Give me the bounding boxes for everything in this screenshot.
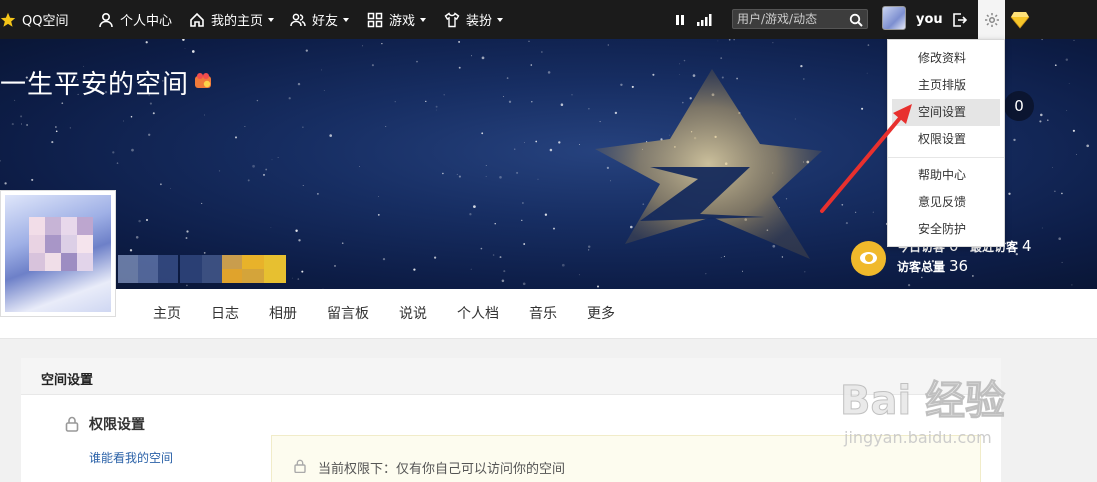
nav-games-label: 游戏 <box>389 14 416 29</box>
settings-dropdown-menu: 修改资料 主页排版 空间设置 权限设置 帮助中心 意见反馈 安全防护 <box>887 39 1005 247</box>
tab-home[interactable]: 主页 <box>153 289 181 339</box>
menu-item-security[interactable]: 安全防护 <box>892 216 1000 243</box>
diamond-icon <box>1010 11 1030 29</box>
menu-item-feedback[interactable]: 意见反馈 <box>892 189 1000 216</box>
nav-decorate-label: 装扮 <box>466 14 493 29</box>
vip-badge-icon[interactable] <box>194 72 212 90</box>
gear-icon <box>984 12 999 27</box>
nav-friends-label: 好友 <box>312 14 339 29</box>
settings-button[interactable] <box>978 0 1005 39</box>
lock-icon <box>294 459 306 473</box>
grid-icon <box>367 12 383 27</box>
logout-icon <box>953 12 968 27</box>
lock-icon <box>65 416 79 432</box>
chevron-down-icon <box>420 17 427 22</box>
qzone-star-icon <box>0 12 16 27</box>
signal-button[interactable] <box>696 0 718 39</box>
nav-my-homepage[interactable]: 我的主页 <box>189 0 275 39</box>
visitor-total-label: 访客总量 <box>897 260 946 274</box>
username-label: you <box>916 12 943 27</box>
tab-blog[interactable]: 日志 <box>211 289 239 339</box>
nav-personal-center-label: 个人中心 <box>120 14 173 29</box>
friends-icon <box>290 13 306 26</box>
space-title: 一生平安的空间 <box>0 70 190 100</box>
avatar[interactable] <box>882 6 906 30</box>
menu-item-space-settings[interactable]: 空间设置 <box>892 99 1000 126</box>
tab-album[interactable]: 相册 <box>269 289 297 339</box>
visitor-recent-value: 4 <box>1022 237 1032 255</box>
nav-games[interactable]: 游戏 <box>367 0 427 39</box>
shirt-icon <box>444 11 460 27</box>
username[interactable]: you <box>916 0 943 39</box>
qzone-star-logo <box>595 69 822 259</box>
vip-diamond-button[interactable] <box>1010 0 1036 39</box>
qzone-logo[interactable]: QQ空间 <box>0 0 68 39</box>
home-icon <box>190 12 204 27</box>
chevron-down-icon <box>343 17 350 22</box>
menu-divider <box>888 157 1004 158</box>
search-input[interactable] <box>737 11 847 27</box>
logout-button[interactable] <box>952 0 974 39</box>
nav-friends[interactable]: 好友 <box>290 0 350 39</box>
permission-section-header: 权限设置 <box>65 414 145 434</box>
notification-count[interactable]: 0 <box>1004 91 1034 121</box>
panel-header: 空间设置 <box>21 358 1001 395</box>
menu-item-help-center[interactable]: 帮助中心 <box>892 162 1000 189</box>
visitor-total[interactable]: 访客总量 36 <box>897 257 968 275</box>
menu-item-homepage-layout[interactable]: 主页排版 <box>892 72 1000 99</box>
top-navigation-bar: QQ空间 个人中心 我的主页 好友 游戏 装扮 you <box>0 0 1097 39</box>
search-box <box>732 9 868 29</box>
visitor-total-value: 36 <box>949 257 969 275</box>
pause-icon <box>676 14 684 25</box>
nav-personal-center[interactable]: 个人中心 <box>98 0 172 39</box>
permission-section-title: 权限设置 <box>89 417 145 433</box>
menu-item-edit-profile[interactable]: 修改资料 <box>892 45 1000 72</box>
space-nav-bar: 主页 日志 相册 留言板 说说 个人档 音乐 更多 <box>0 289 1097 339</box>
permission-notice: 当前权限下：仅有你自己可以访问你的空间 <box>271 435 981 482</box>
tab-music[interactable]: 音乐 <box>529 289 557 339</box>
pause-button[interactable] <box>672 0 694 39</box>
nav-my-homepage-label: 我的主页 <box>211 14 264 29</box>
permission-notice-text: 当前权限下：仅有你自己可以访问你的空间 <box>318 462 566 477</box>
who-can-view-link[interactable]: 谁能看我的空间 <box>89 449 173 466</box>
profile-avatar[interactable] <box>0 190 116 317</box>
logo-text: QQ空间 <box>22 14 69 29</box>
search-icon[interactable] <box>849 13 863 27</box>
signal-bars-icon <box>697 13 712 26</box>
tab-profile[interactable]: 个人档 <box>457 289 499 339</box>
nav-decorate[interactable]: 装扮 <box>444 0 504 39</box>
avatar-image <box>5 195 111 312</box>
menu-item-permission-settings[interactable]: 权限设置 <box>892 126 1000 153</box>
panel-title: 空间设置 <box>41 373 94 388</box>
chevron-down-icon <box>268 17 275 22</box>
tab-more[interactable]: 更多 <box>587 289 615 339</box>
tab-moments[interactable]: 说说 <box>399 289 427 339</box>
nickname-blurred <box>118 255 286 283</box>
eye-icon <box>851 241 886 276</box>
tab-message-board[interactable]: 留言板 <box>327 289 369 339</box>
person-icon <box>99 12 113 27</box>
settings-panel: 空间设置 权限设置 谁能看我的空间 当前权限下：仅有你自己可以访问你的空间 <box>21 358 1001 482</box>
chevron-down-icon <box>497 17 504 22</box>
